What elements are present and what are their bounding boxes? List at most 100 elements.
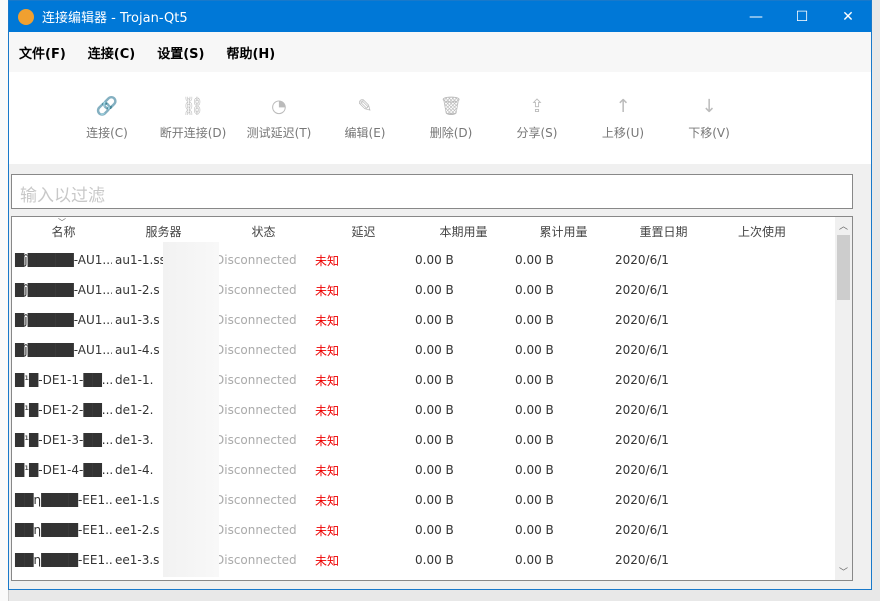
- table-cell: 2020/6/1: [615, 403, 669, 417]
- table-cell: Disconnected: [215, 433, 297, 447]
- move-down-button[interactable]: ↓ 下移(V): [666, 96, 752, 141]
- table-cell: Disconnected: [215, 313, 297, 327]
- redacted-region: [163, 242, 219, 577]
- table-cell: 0.00 B: [415, 463, 454, 477]
- table-row[interactable]: █ĵ█████-AU1... au1-2.s Disconnected 未知 0.00 …: [12, 275, 852, 305]
- table-cell: 未知: [315, 493, 340, 508]
- toolbar-label: 测试延迟(T): [246, 125, 312, 140]
- table-cell: 0.00 B: [515, 463, 554, 477]
- connect-button[interactable]: 🔗 连接(C): [64, 96, 150, 141]
- toolbar: 🔗 连接(C) ⛓ 断开连接(D) ◔ 测试延迟(T) ✎ 编辑(E) 🗑 删除(D) ⇪ 分享(S)…: [9, 72, 871, 164]
- scroll-down-icon[interactable]: ﹀: [839, 565, 848, 578]
- table-cell: 0.00 B: [515, 403, 554, 417]
- table-row[interactable]: █¹█-DE1-3-██... de1-3. Disconnected 未知 0.00 …: [12, 425, 852, 455]
- table-cell: 0.00 B: [515, 373, 554, 387]
- edit-button[interactable]: ✎ 编辑(E): [322, 96, 408, 141]
- column-header[interactable]: 延迟: [312, 223, 412, 240]
- table-row[interactable]: ██η████-EE1... ee1-1.s Disconnected 未知 0.00 …: [12, 485, 852, 515]
- move-up-icon: ↑: [615, 95, 631, 117]
- share-icon: ⇪: [529, 95, 545, 117]
- table-cell: 0.00 B: [515, 493, 554, 507]
- table-cell: 未知: [315, 433, 340, 448]
- table-cell: █¹█-DE1-2-██...: [15, 403, 112, 417]
- table-row[interactable]: █ĵ█████-AU1...au1-1.sstr-api....Disconne…: [12, 245, 852, 275]
- table-cell: Disconnected: [215, 553, 297, 567]
- table-cell: ██η████-EE1...: [15, 553, 112, 567]
- table-row[interactable]: ██η████-EE1... ee1-3.s Disconnected 未知 0.00 …: [12, 545, 852, 575]
- move-up-button[interactable]: ↑ 上移(U): [580, 96, 666, 141]
- table-cell: 未知: [315, 553, 340, 568]
- table-cell: 2020/6/1: [615, 373, 669, 387]
- table-cell: 2020/6/1: [615, 313, 669, 327]
- disconnect-button[interactable]: ⛓ 断开连接(D): [150, 96, 236, 141]
- column-header[interactable]: 服务器: [112, 223, 212, 240]
- table-cell: Disconnected: [215, 493, 297, 507]
- table-row[interactable]: ██η████-EE1... ee1-2.s Disconnected 未知 0.00 …: [12, 515, 852, 545]
- table-row[interactable]: █ĵ█████-AU1... au1-4.s Disconnected 未知 0.00 …: [12, 335, 852, 365]
- menu-item[interactable]: 帮助(H): [226, 43, 275, 62]
- menu-item[interactable]: 设置(S): [157, 43, 204, 62]
- table-cell: 0.00 B: [515, 523, 554, 537]
- test-latency-button[interactable]: ◔ 测试延迟(T): [236, 96, 322, 141]
- filter-input[interactable]: 输入以过滤: [11, 174, 853, 209]
- table-cell: Disconnected: [215, 403, 297, 417]
- table-cell: Disconnected: [215, 343, 297, 357]
- edit-icon: ✎: [357, 95, 373, 117]
- minimize-button[interactable]: —: [733, 1, 779, 32]
- table-cell: █ĵ█████-AU1...: [15, 253, 112, 267]
- table-cell: 0.00 B: [515, 343, 554, 357]
- menu-item[interactable]: 文件(F): [19, 43, 66, 62]
- column-header[interactable]: 本期用量: [412, 223, 512, 240]
- close-button[interactable]: ✕: [825, 1, 871, 32]
- table-row[interactable]: █¹█-DE1-2-██... de1-2. Disconnected 未知 0.00 …: [12, 395, 852, 425]
- table-cell: Disconnected: [215, 523, 297, 537]
- table-cell: █ĵ█████-AU1...: [15, 283, 112, 297]
- table-cell: 2020/6/1: [615, 253, 669, 267]
- maximize-button[interactable]: ☐: [779, 1, 825, 32]
- table-cell: █¹█-DE1-4-██...: [15, 463, 112, 477]
- table-row[interactable]: █ĵ█████-AU1... au1-3.s Disconnected 未知 0.00 …: [12, 305, 852, 335]
- column-header[interactable]: 重置日期: [612, 223, 712, 240]
- table-cell: Disconnected: [215, 283, 297, 297]
- table-cell: 未知: [315, 523, 340, 538]
- column-header[interactable]: 状态: [212, 223, 312, 240]
- table-cell: Disconnected: [215, 463, 297, 477]
- scrollbar-thumb[interactable]: [837, 235, 850, 300]
- table-cell: █ĵ█████-AU1...: [15, 343, 112, 357]
- delete-button[interactable]: 🗑 删除(D): [408, 96, 494, 141]
- table-cell: 0.00 B: [415, 373, 454, 387]
- table-cell: █¹█-DE1-1-██...: [15, 373, 112, 387]
- column-header[interactable]: 上次使用: [712, 223, 812, 240]
- table-cell: 2020/6/1: [615, 343, 669, 357]
- connection-table: ﹀ 名称 服务器 状态 延迟 本期用量 累计用量 重置日期 上次使用 █ĵ█████-AU1.…: [11, 216, 853, 581]
- toolbar-label: 上移(U): [601, 125, 645, 140]
- toolbar-label: 编辑(E): [344, 125, 386, 140]
- scroll-up-icon[interactable]: ︿: [839, 219, 848, 232]
- table-cell: █ĵ█████-AU1...: [15, 313, 112, 327]
- table-cell: 未知: [315, 313, 340, 328]
- table-cell: 2020/6/1: [615, 553, 669, 567]
- table-cell: Disconnected: [215, 373, 297, 387]
- table-cell: 0.00 B: [515, 283, 554, 297]
- table-cell: 未知: [315, 283, 340, 298]
- table-row[interactable]: █¹█-DE1-4-██... de1-4. Disconnected 未知 0.00 …: [12, 455, 852, 485]
- table-cell: 0.00 B: [415, 403, 454, 417]
- table-row[interactable]: █¹█-DE1-1-██... de1-1. Disconnected 未知 0.00 …: [12, 365, 852, 395]
- disconnect-icon: ⛓: [181, 95, 205, 117]
- toolbar-label: 分享(S): [516, 125, 558, 140]
- table-header: 名称 服务器 状态 延迟 本期用量 累计用量 重置日期 上次使用: [12, 217, 852, 245]
- table-cell: 0.00 B: [515, 433, 554, 447]
- column-header[interactable]: 累计用量: [512, 223, 612, 240]
- vertical-scrollbar[interactable]: ︿ ﹀: [835, 217, 852, 580]
- test-latency-icon: ◔: [271, 95, 287, 117]
- menu-item[interactable]: 连接(C): [88, 43, 135, 62]
- table-cell: 0.00 B: [515, 313, 554, 327]
- table-cell: 0.00 B: [415, 283, 454, 297]
- connect-icon: 🔗: [95, 95, 119, 117]
- table-cell: 0.00 B: [415, 523, 454, 537]
- table-cell: 2020/6/1: [615, 493, 669, 507]
- table-cell: 未知: [315, 253, 340, 268]
- table-cell: 0.00 B: [515, 253, 554, 267]
- table-cell: ██η████-EE1...: [15, 493, 112, 507]
- share-button[interactable]: ⇪ 分享(S): [494, 96, 580, 141]
